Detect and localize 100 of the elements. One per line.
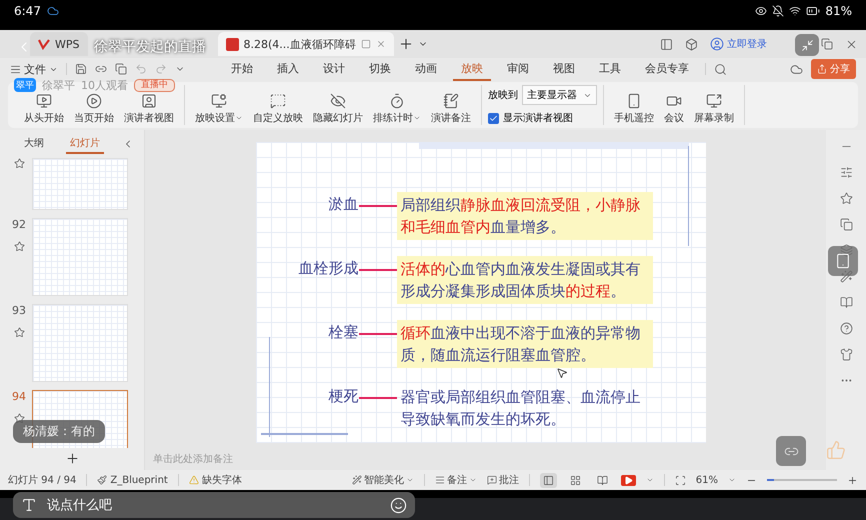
minimize-float-button[interactable] <box>795 34 819 56</box>
ribbon-tab[interactable]: 开始 <box>223 58 261 80</box>
viewer-count: 10人观看 <box>81 78 128 92</box>
ribbon-button[interactable]: 自定义放映 <box>249 93 307 125</box>
star-icon <box>14 241 24 252</box>
star-icon <box>840 192 852 205</box>
user-icon <box>710 37 724 51</box>
leader-line <box>358 333 396 335</box>
screen-play-icon <box>36 93 52 109</box>
presenter-icon <box>141 93 157 109</box>
window-icon <box>360 39 371 49</box>
caret-icon <box>406 476 414 484</box>
ribbon-tab[interactable]: 设计 <box>315 58 353 80</box>
close-icon <box>376 39 386 49</box>
chat-input[interactable]: 说点什么吧 <box>13 492 415 518</box>
theme-name[interactable]: Z_Blueprint <box>110 474 168 486</box>
ribbon-tab[interactable]: 动画 <box>407 58 445 80</box>
panel-icon <box>660 38 673 50</box>
term-label: 淤血 <box>328 194 358 214</box>
bell-off-icon <box>772 5 784 17</box>
add-slide-icon <box>64 451 80 466</box>
notes-icon <box>443 93 459 109</box>
beautify-button[interactable]: 智能美化 <box>364 473 404 487</box>
pointer-icon <box>556 367 568 379</box>
live-badge: 直播中 <box>134 78 175 92</box>
hidden-slide-icon <box>330 93 346 109</box>
ribbon-tab[interactable]: 插入 <box>269 58 307 80</box>
copy-icon <box>840 218 852 231</box>
notes-icon <box>434 475 445 485</box>
fit-icon <box>674 474 686 486</box>
comments-button[interactable]: 批注 <box>498 473 519 487</box>
zoom-level[interactable]: 61% <box>696 474 718 486</box>
ribbon-button[interactable]: 演讲备注 <box>427 93 475 125</box>
theme-icon <box>97 475 108 485</box>
login-link[interactable]: 立即登录 <box>727 37 767 51</box>
definition-text: 局部组织静脉血液回流受阻，小静脉和毛细血管内血量增多。 <box>396 192 652 240</box>
ribbon-button[interactable]: 手机遥控 <box>610 93 658 125</box>
leader-line <box>358 269 396 271</box>
book-icon <box>840 296 852 309</box>
caret-icon <box>646 476 654 484</box>
cube-icon <box>685 38 698 50</box>
ribbon-button[interactable]: 排练计时 <box>369 93 425 125</box>
device-float-button[interactable] <box>828 246 858 276</box>
tablet-icon <box>835 253 851 269</box>
term-label: 血栓形成 <box>298 258 358 278</box>
screen-record-icon <box>706 93 722 109</box>
status-time: 6:47 <box>14 4 41 18</box>
file-menu[interactable]: 文件 <box>24 62 46 76</box>
battery-icon <box>806 4 820 18</box>
ribbon-button[interactable]: 从头开始 <box>20 93 68 125</box>
search-icon <box>714 62 727 76</box>
leader-line <box>358 205 396 207</box>
cloud-icon <box>790 62 803 76</box>
term-label: 栓塞 <box>328 322 358 342</box>
ribbon-tab[interactable]: 视图 <box>545 58 583 80</box>
ribbon-tab[interactable]: 切换 <box>361 58 399 80</box>
menu-icon <box>10 64 21 74</box>
comment-icon <box>486 475 497 485</box>
wand-icon <box>352 475 362 485</box>
save-icon <box>75 63 87 75</box>
notes-button[interactable]: 备注 <box>446 473 467 487</box>
live-title: 徐翠平发起的直播 <box>94 38 206 56</box>
ribbon-tab[interactable]: 审阅 <box>499 58 537 80</box>
chat-message-toast: 杨清媛：有的 <box>13 420 105 443</box>
eye-icon <box>755 5 768 17</box>
presentation-file-icon <box>226 38 238 50</box>
definition-text: 活体的心血管内血液发生凝固或其有形成分凝集形成固体质块的过程。 <box>396 256 652 304</box>
ribbon-button[interactable]: 演讲者视图 <box>120 93 178 125</box>
document-tab[interactable]: 8.28(4...血液循环障碍 <box>218 32 394 56</box>
ribbon-tab[interactable]: 工具 <box>591 58 629 80</box>
cloud-icon <box>46 5 59 17</box>
ribbon-button[interactable]: 会议 <box>660 93 688 125</box>
ribbon-button[interactable]: 隐藏幻灯片 <box>309 93 367 125</box>
share-icon <box>817 64 827 74</box>
display-label: 放映到 <box>488 88 518 102</box>
panel-tab[interactable]: 大纲 <box>20 134 48 154</box>
host-name: 徐翠平 <box>42 78 75 92</box>
thumbs-up-icon <box>826 440 846 460</box>
panel-tab[interactable]: 幻灯片 <box>66 134 104 154</box>
redo-icon <box>155 63 167 75</box>
ribbon-tab[interactable]: 会员专享 <box>637 58 697 80</box>
ribbon-button[interactable]: 屏幕录制 <box>690 93 738 125</box>
missing-font-link[interactable]: 缺失字体 <box>202 473 242 487</box>
ribbon-button[interactable]: 当页开始 <box>70 93 118 125</box>
ribbon-button[interactable]: 放映设置 <box>191 93 247 125</box>
grid-view-icon <box>570 474 581 486</box>
play-button[interactable] <box>620 474 636 486</box>
star-icon <box>14 158 24 169</box>
presenter-checkbox[interactable] <box>488 112 499 124</box>
normal-view-icon <box>542 474 554 486</box>
wps-logo-icon <box>38 38 50 50</box>
link-float-button[interactable] <box>776 436 806 466</box>
minimize-icon <box>800 38 814 52</box>
document-tab[interactable]: WPS <box>30 32 88 56</box>
display-dropdown[interactable]: 主要显示器 <box>522 85 597 105</box>
caret-icon <box>468 476 477 484</box>
shirt-icon <box>840 348 852 361</box>
reading-view-icon <box>596 474 608 486</box>
leader-line <box>358 397 396 399</box>
view-button[interactable] <box>540 472 557 488</box>
